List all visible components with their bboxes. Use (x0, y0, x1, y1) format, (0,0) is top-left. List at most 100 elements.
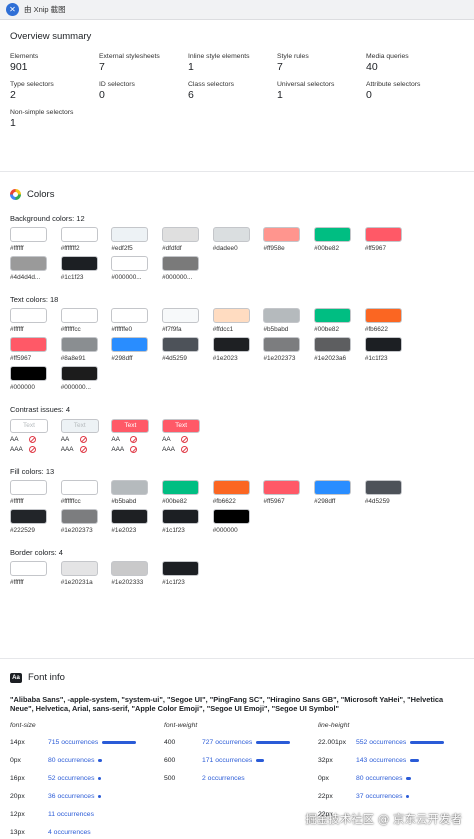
color-swatch[interactable]: #dfdfdf (162, 227, 213, 252)
color-chip[interactable] (263, 337, 301, 352)
color-chip[interactable] (111, 337, 149, 352)
color-chip[interactable] (162, 308, 200, 323)
occurrences-link[interactable]: 52 occurrences (48, 775, 94, 782)
color-swatch[interactable]: #1e202373 (60, 509, 112, 534)
color-chip[interactable] (212, 337, 250, 352)
color-swatch[interactable]: #1e20231a (60, 561, 112, 586)
color-chip[interactable] (212, 480, 250, 495)
color-chip[interactable] (263, 227, 301, 242)
color-chip[interactable] (162, 480, 200, 495)
color-swatch[interactable]: #4d5259 (364, 480, 416, 505)
color-swatch[interactable]: #ff958e (263, 227, 314, 252)
color-swatch[interactable]: #ffffff (10, 227, 61, 252)
color-swatch[interactable]: #ffffffcc (60, 480, 112, 505)
color-chip[interactable] (314, 308, 352, 323)
color-chip[interactable] (212, 227, 250, 242)
color-chip[interactable] (314, 337, 352, 352)
color-chip[interactable] (364, 337, 402, 352)
color-chip[interactable] (111, 308, 149, 323)
contrast-sample[interactable]: Text (10, 419, 48, 433)
occurrences-link[interactable]: 552 occurrences (356, 739, 406, 746)
color-swatch[interactable]: #1e2023a6 (314, 337, 365, 362)
occurrences-link[interactable]: 2 occurrences (202, 775, 245, 782)
color-chip[interactable] (10, 308, 47, 323)
color-chip[interactable] (111, 227, 149, 242)
color-swatch[interactable]: #1e202373 (263, 337, 314, 362)
color-swatch[interactable]: #00be82 (314, 227, 365, 252)
occurrences-link[interactable]: 37 occurrences (356, 793, 402, 800)
contrast-sample[interactable]: Text (111, 419, 150, 433)
color-chip[interactable] (10, 337, 47, 352)
color-swatch[interactable]: #1e202333 (111, 561, 162, 586)
occurrences-link[interactable]: 36 occurrences (48, 793, 94, 800)
color-swatch[interactable]: #fffffff2 (60, 227, 112, 252)
color-swatch[interactable]: #ffffffcc (60, 308, 112, 333)
color-chip[interactable] (314, 227, 352, 242)
color-swatch[interactable]: #4d4d4d... (10, 256, 61, 281)
color-swatch[interactable]: #000000 (212, 509, 264, 534)
color-chip[interactable] (111, 480, 149, 495)
color-swatch[interactable]: #000000... (162, 256, 213, 281)
color-chip[interactable] (364, 480, 402, 495)
occurrences-link[interactable]: 80 occurrences (356, 775, 402, 782)
color-swatch[interactable]: #ff5967 (10, 337, 61, 362)
contrast-issue[interactable]: Text AA AAA (162, 419, 213, 453)
color-swatch[interactable]: #222529 (10, 509, 61, 534)
color-swatch[interactable]: #ffffff (10, 308, 61, 333)
contrast-sample[interactable]: Text (60, 419, 99, 433)
color-swatch[interactable]: #ffffff (10, 480, 61, 505)
color-chip[interactable] (111, 256, 149, 271)
color-chip[interactable] (263, 480, 301, 495)
color-swatch[interactable]: #1c1f23 (60, 256, 112, 281)
color-swatch[interactable]: #000000... (111, 256, 162, 281)
color-swatch[interactable]: #b5babd (263, 308, 314, 333)
color-chip[interactable] (60, 337, 98, 352)
color-chip[interactable] (111, 509, 149, 524)
contrast-sample[interactable]: Text (162, 419, 201, 433)
color-swatch[interactable]: #1e2023 (111, 509, 162, 534)
occurrences-link[interactable]: 715 occurrences (48, 739, 98, 746)
color-chip[interactable] (314, 480, 352, 495)
color-chip[interactable] (162, 509, 200, 524)
color-swatch[interactable]: #edf2f5 (111, 227, 162, 252)
color-chip[interactable] (212, 509, 250, 524)
color-chip[interactable] (10, 366, 47, 381)
contrast-issue[interactable]: Text AA AAA (111, 419, 162, 453)
occurrences-link[interactable]: 727 occurrences (202, 739, 252, 746)
color-swatch[interactable]: #00be82 (314, 308, 365, 333)
color-chip[interactable] (10, 509, 47, 524)
color-swatch[interactable]: #298dff (111, 337, 162, 362)
color-swatch[interactable]: #8a8e91 (60, 337, 112, 362)
color-swatch[interactable]: #ffffff (10, 561, 61, 586)
color-chip[interactable] (60, 256, 98, 271)
color-chip[interactable] (263, 308, 301, 323)
color-swatch[interactable]: #ff5967 (263, 480, 314, 505)
color-chip[interactable] (60, 561, 98, 576)
color-swatch[interactable]: #ff5967 (364, 227, 416, 252)
color-chip[interactable] (10, 227, 47, 242)
color-chip[interactable] (111, 561, 149, 576)
color-chip[interactable] (10, 561, 47, 576)
color-chip[interactable] (364, 227, 402, 242)
color-swatch[interactable]: #ffdcc1 (212, 308, 264, 333)
occurrences-link[interactable]: 171 occurrences (202, 757, 252, 764)
occurrences-link[interactable]: 4 occurrences (48, 829, 91, 836)
occurrences-link[interactable]: 143 occurrences (356, 757, 406, 764)
contrast-issue[interactable]: Text AA AAA (60, 419, 112, 453)
color-chip[interactable] (60, 366, 98, 381)
color-swatch[interactable]: #1c1f23 (364, 337, 416, 362)
color-chip[interactable] (10, 480, 47, 495)
color-chip[interactable] (60, 480, 98, 495)
color-swatch[interactable]: #000000 (10, 366, 61, 391)
color-swatch[interactable]: #fb6622 (364, 308, 416, 333)
color-swatch[interactable]: #1c1f23 (162, 509, 213, 534)
color-swatch[interactable]: #4d5259 (162, 337, 213, 362)
color-chip[interactable] (60, 308, 98, 323)
color-chip[interactable] (60, 227, 98, 242)
color-swatch[interactable]: #1e2023 (212, 337, 264, 362)
color-chip[interactable] (212, 308, 250, 323)
color-chip[interactable] (162, 561, 200, 576)
color-chip[interactable] (364, 308, 402, 323)
occurrences-link[interactable]: 80 occurrences (48, 757, 94, 764)
color-chip[interactable] (162, 227, 200, 242)
